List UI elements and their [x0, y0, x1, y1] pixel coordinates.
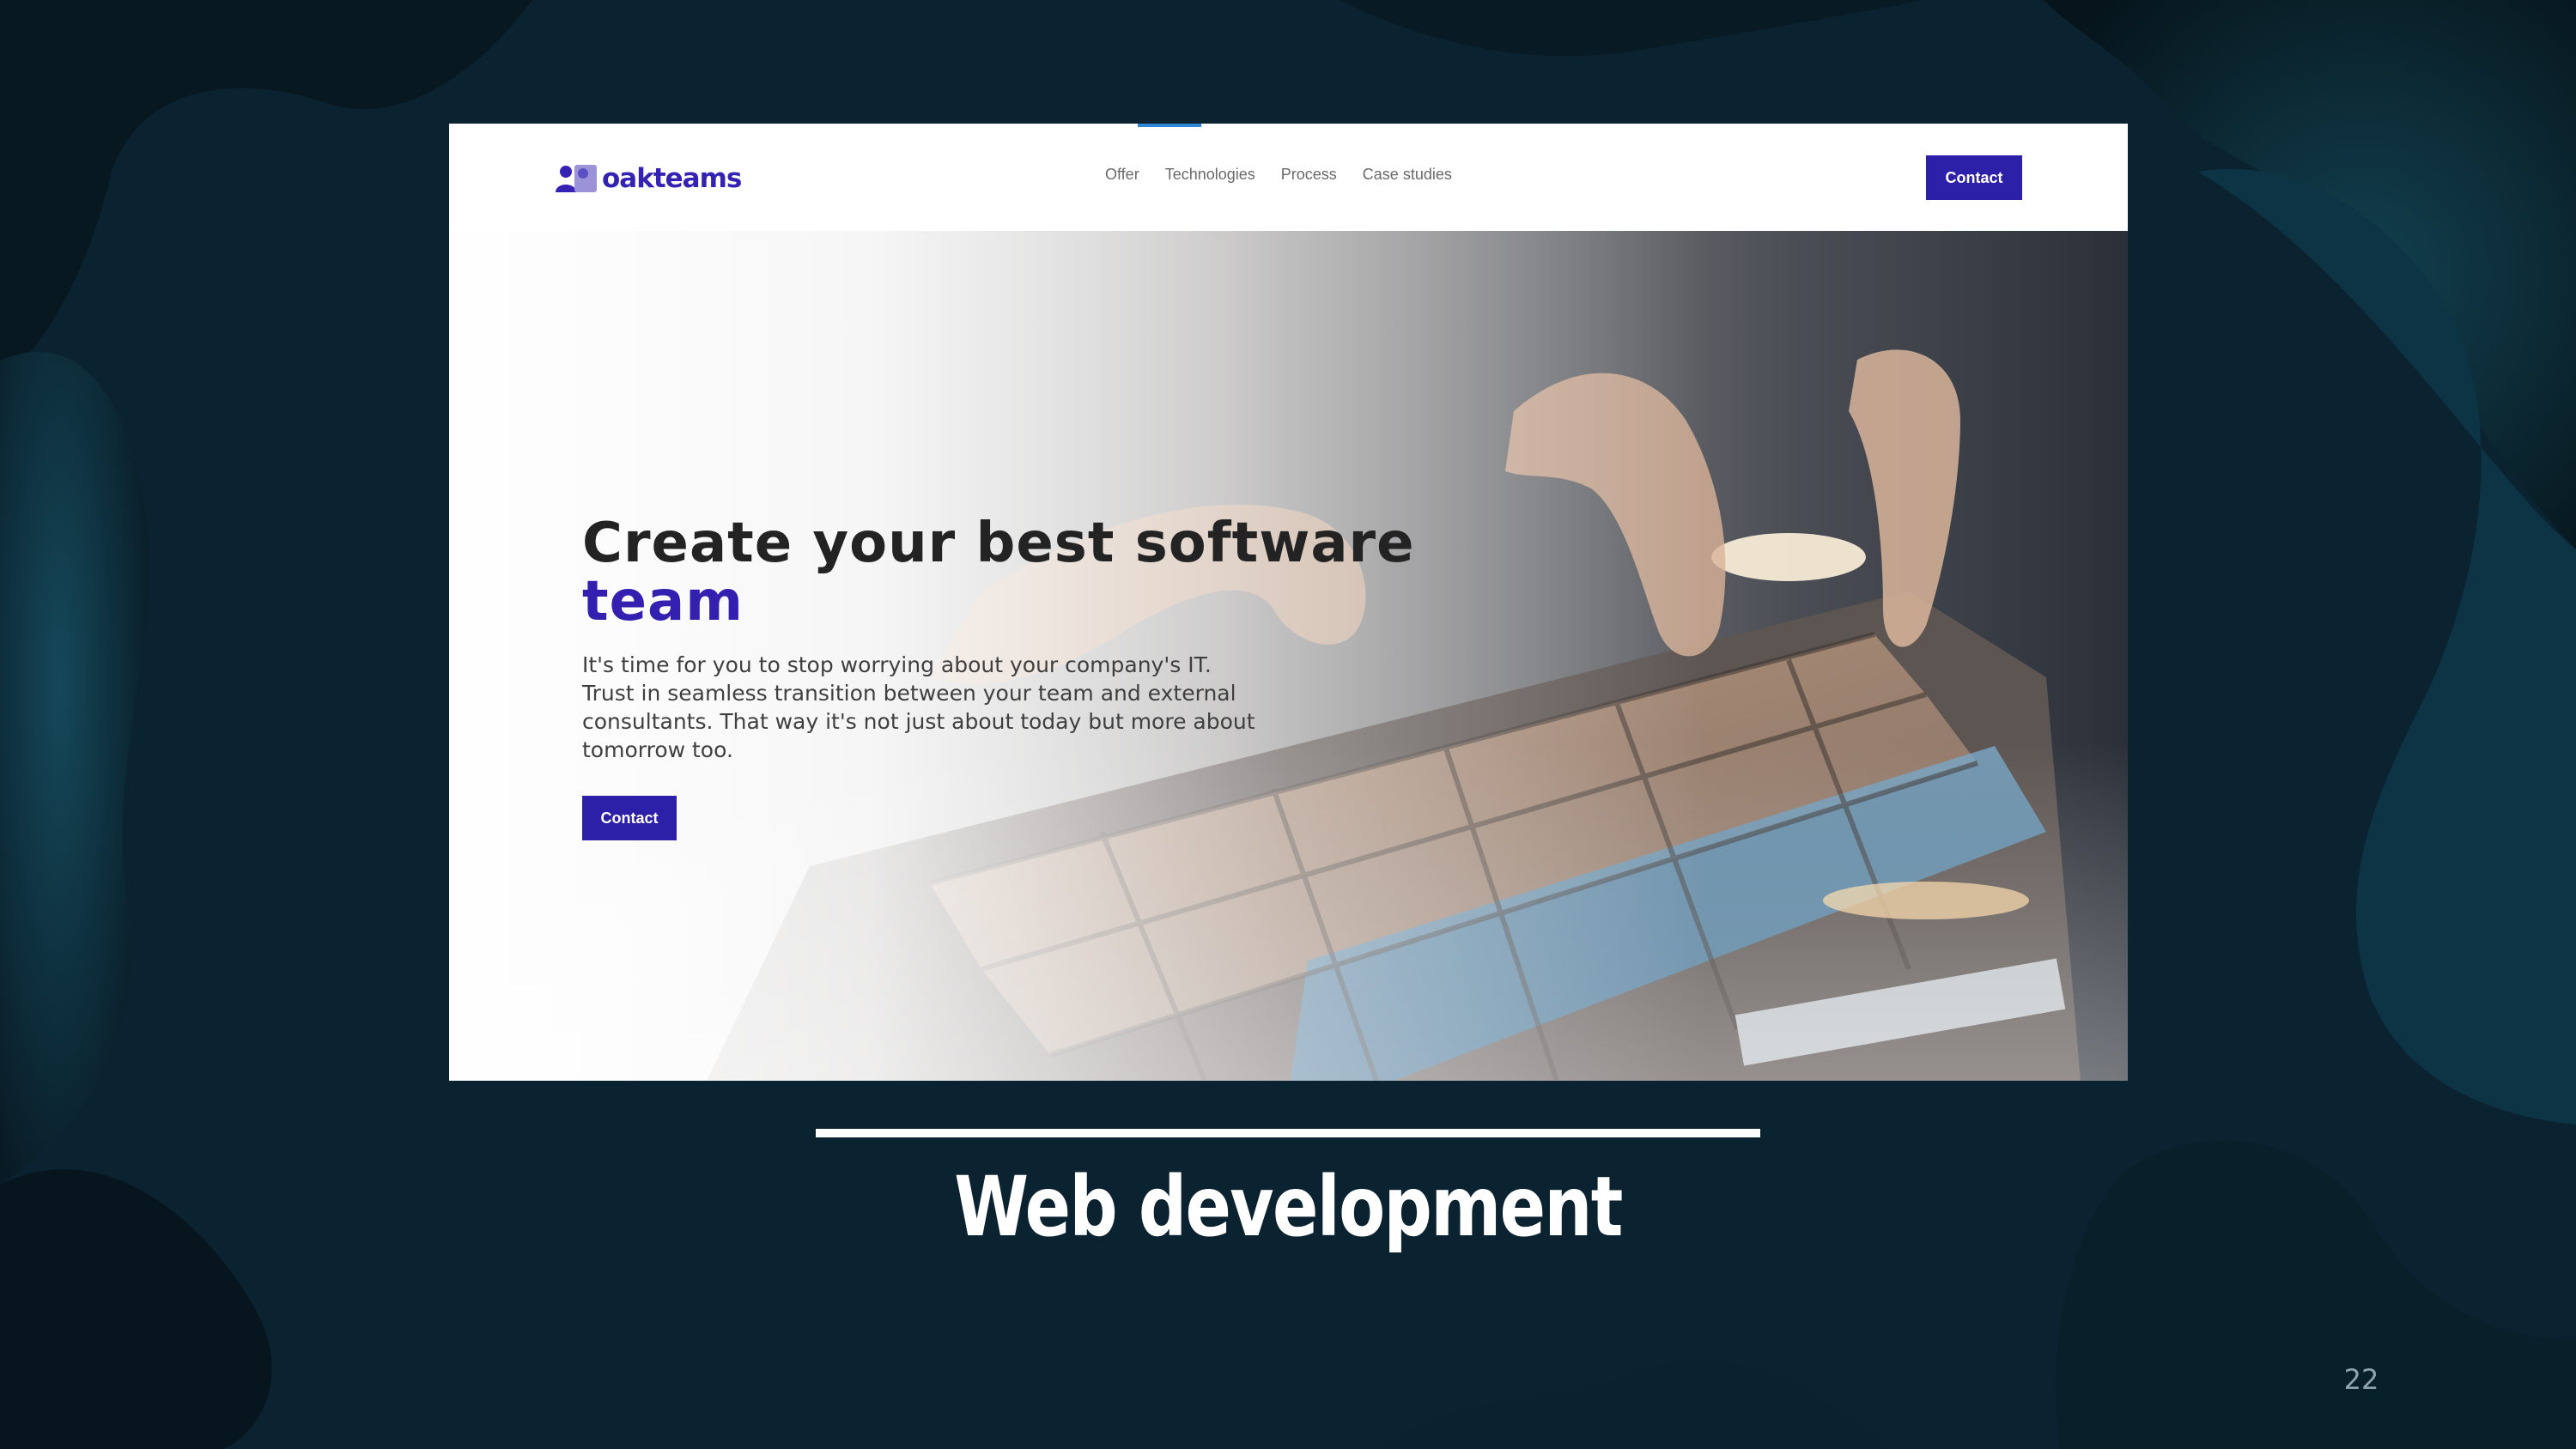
hero-description: It's time for you to stop worrying about…: [582, 652, 1255, 762]
nav-item-process[interactable]: Process: [1281, 166, 1337, 184]
brand-logo[interactable]: oakteams: [554, 161, 742, 196]
caption-divider: [816, 1129, 1760, 1137]
nav-item-technologies[interactable]: Technologies: [1165, 166, 1255, 184]
people-logo-icon: [556, 165, 597, 192]
header-contact-button[interactable]: Contact: [1926, 155, 2022, 200]
hero-heading-line1: Create your best software: [582, 512, 1415, 575]
website-header: oakteams Offer Technologies Process Case…: [449, 124, 2128, 231]
main-nav: Offer Technologies Process Case studies: [1105, 166, 1478, 184]
website-screenshot: oakteams Offer Technologies Process Case…: [449, 124, 2128, 1081]
slide-page-number: 22: [2343, 1363, 2379, 1396]
hero-section: Create your best software team It's time…: [449, 231, 2128, 1081]
hero-heading: Create your best software team: [582, 514, 1414, 631]
nav-active-indicator: [1138, 124, 1201, 127]
slide-caption: Web development: [954, 1159, 1623, 1255]
hero-contact-button[interactable]: Contact: [582, 796, 677, 840]
nav-item-case-studies[interactable]: Case studies: [1363, 166, 1452, 184]
nav-item-offer[interactable]: Offer: [1105, 166, 1139, 184]
brand-name: oakteams: [602, 163, 742, 194]
hero-heading-accent: team: [582, 570, 744, 634]
